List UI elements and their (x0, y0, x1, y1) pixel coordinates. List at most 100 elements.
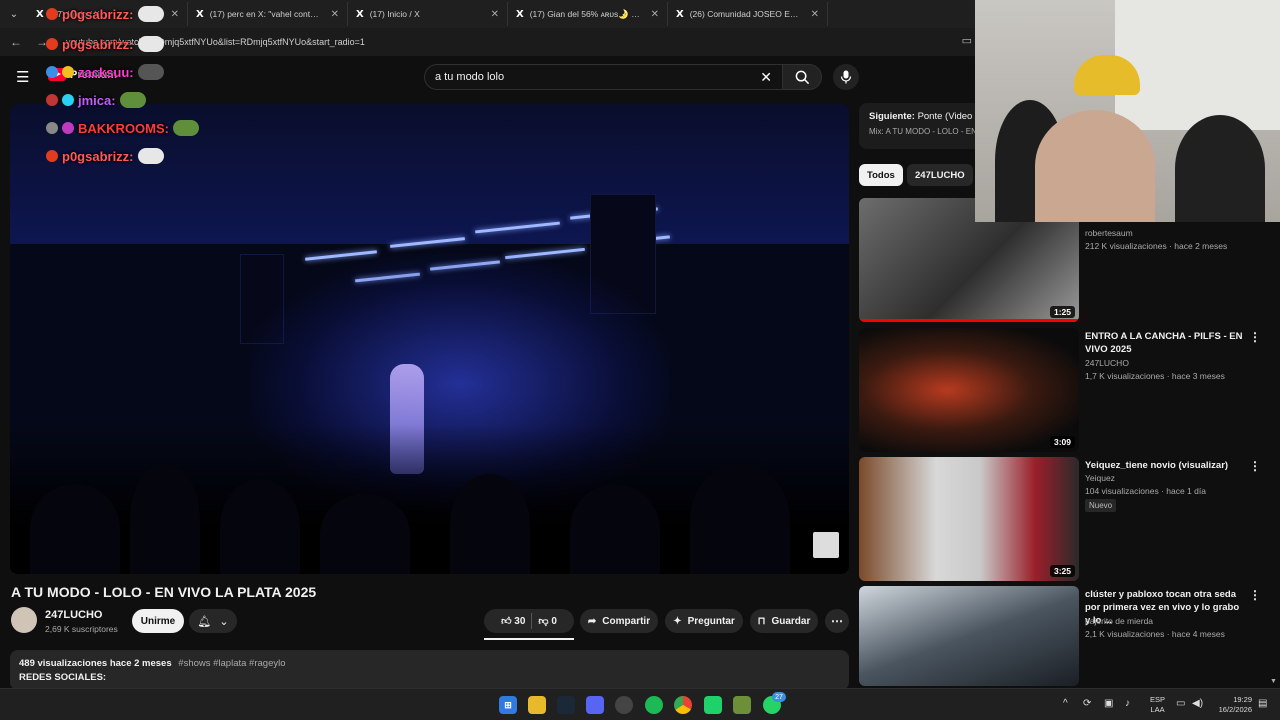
bell-icon: 🔔︎ (197, 615, 212, 628)
scrollbar-down-icon[interactable]: ▼ (1270, 678, 1277, 685)
video-title[interactable]: ENTRO A LA CANCHA - PILFS - EN VIVO 2025 (1085, 330, 1245, 356)
video-channel[interactable]: robertesaum (1085, 228, 1133, 238)
cast-icon[interactable]: ▭ (962, 34, 972, 47)
video-channel[interactable]: Yeiquez (1085, 473, 1115, 483)
video-description[interactable]: 489 visualizaciones hace 2 meses #shows … (10, 650, 849, 690)
microphone-tray-icon[interactable]: ♪ (1125, 698, 1130, 709)
video-player[interactable] (10, 104, 849, 574)
webcam-person (1035, 110, 1155, 222)
like-dislike-group: 👍︎ 30 👎︎ 0 (484, 609, 574, 633)
sync-icon[interactable]: ⟳ (1083, 698, 1091, 709)
search-icon (795, 70, 809, 84)
close-tab-icon[interactable]: ✕ (331, 9, 339, 20)
more-options-icon[interactable]: ⋮ (1249, 459, 1261, 473)
network-icon[interactable]: ▭ (1176, 698, 1185, 709)
recommended-video[interactable]: clúster y pabloxo tocan otra seda por pr… (859, 586, 1261, 686)
browser-tab[interactable]: X (17) Inicio / X ✕ (348, 2, 508, 26)
bookmark-icon: ⊓ (757, 615, 766, 627)
clock-time: 19:29 (1233, 695, 1252, 704)
video-thumbnail[interactable] (859, 586, 1079, 686)
video-meta: 104 visualizaciones · hace 1 día (1085, 486, 1206, 496)
video-channel[interactable]: 247LUCHO (1085, 358, 1129, 368)
chat-emote-icon (137, 36, 164, 52)
chat-username: zacksuu: (78, 64, 134, 80)
video-thumbnail[interactable]: 3:25 (859, 457, 1079, 581)
language-indicator[interactable]: ESP LAA (1150, 695, 1165, 715)
app-icon[interactable] (733, 696, 751, 714)
search-input[interactable] (435, 71, 735, 83)
crowd-silhouette (220, 479, 300, 574)
voice-search-button[interactable] (833, 64, 859, 90)
more-options-icon[interactable]: ⋮ (1249, 588, 1261, 602)
crowd-silhouette (570, 484, 660, 574)
steam-icon[interactable] (557, 696, 575, 714)
tab-title: (17) Gian del 56% ᴀʀᴜs🌛 en X: (529, 8, 641, 19)
browser-tab[interactable]: X (17) perc en X: "vahel contra 3 y ✕ (188, 2, 348, 26)
webcam-background-window (1115, 0, 1280, 130)
menu-icon[interactable]: ☰ (16, 68, 29, 86)
browser-tab[interactable]: X (17) Gian del 56% ᴀʀᴜs🌛 en X: ✕ (508, 2, 668, 26)
chat-emote-icon (173, 120, 199, 136)
crowd-silhouette (690, 464, 790, 574)
close-tab-icon[interactable]: ✕ (811, 9, 819, 20)
subscriber-count: 2,69 K suscriptores (45, 624, 118, 634)
sparkle-icon: ✦ (673, 615, 682, 627)
channel-watermark[interactable] (813, 532, 839, 558)
language-code: ESP (1150, 695, 1166, 704)
video-title[interactable]: Yeiquez_tiene novio (visualizar) (1085, 459, 1245, 472)
join-button[interactable]: Unirme (132, 609, 184, 633)
x-logo-icon: X (676, 8, 684, 20)
back-arrow-icon[interactable]: ← (8, 35, 24, 49)
chip-all[interactable]: Todos (859, 164, 903, 186)
browser-tab[interactable]: X (26) Comunidad JOSEO EXCLUS ✕ (668, 2, 828, 26)
tab-search-button[interactable]: ⌄ (0, 0, 28, 28)
divider (531, 613, 533, 629)
description-hashtags[interactable]: #shows #laplata #rageylo (178, 658, 285, 669)
search-button[interactable] (782, 64, 822, 90)
clock-date: 16/2/2026 (1218, 705, 1252, 714)
channel-avatar[interactable] (11, 607, 37, 633)
like-count: 30 (514, 616, 526, 627)
more-actions-icon[interactable]: ⋯ (825, 609, 849, 633)
tray-expand-icon[interactable]: ^ (1063, 698, 1068, 709)
chat-username: BAKKROOMS: (78, 120, 169, 136)
close-tab-icon[interactable]: ✕ (491, 9, 499, 20)
kick-icon[interactable] (704, 696, 722, 714)
system-clock[interactable]: 19:29 16/2/2026 (1212, 695, 1252, 715)
crowd-silhouette (320, 494, 410, 574)
spotify-icon[interactable] (645, 696, 663, 714)
notifications-button[interactable]: 🔔︎ ⌄ (189, 609, 237, 633)
save-button[interactable]: ⊓ Guardar (750, 609, 818, 633)
chip-channel[interactable]: 247LUCHO (907, 164, 973, 186)
more-options-icon[interactable]: ⋮ (1249, 330, 1261, 344)
chrome-icon[interactable] (674, 696, 692, 714)
crowd-silhouette (30, 484, 120, 574)
close-tab-icon[interactable]: ✕ (651, 9, 659, 20)
crowd-silhouette (130, 464, 200, 574)
microphone-icon (840, 70, 852, 84)
like-button[interactable]: 👍︎ 30 (501, 615, 525, 627)
clear-search-icon[interactable]: ✕ (760, 69, 772, 86)
video-channel[interactable]: pajerito de mierda (1085, 616, 1153, 626)
chevron-down-icon: ⌄ (219, 615, 229, 628)
app-icon[interactable] (615, 696, 633, 714)
up-next-label: Siguiente: (869, 111, 915, 122)
recommended-video[interactable]: 3:09 ENTRO A LA CANCHA - PILFS - EN VIVO… (859, 328, 1261, 452)
webcam-overlay (975, 0, 1280, 222)
security-icon[interactable]: ▣ (1104, 698, 1113, 709)
file-explorer-icon[interactable] (528, 696, 546, 714)
close-tab-icon[interactable]: ✕ (171, 9, 179, 20)
video-thumbnail[interactable]: 3:09 (859, 328, 1079, 452)
channel-name[interactable]: 247LUCHO (45, 609, 102, 621)
share-button[interactable]: ➦ Compartir (580, 609, 658, 633)
discord-icon[interactable] (586, 696, 604, 714)
recommended-video[interactable]: 3:25 Yeiquez_tiene novio (visualizar) Ye… (859, 457, 1261, 581)
volume-icon[interactable]: ◀︎) (1192, 698, 1203, 709)
tab-title: (17) Inicio / X (369, 9, 420, 19)
up-next-card[interactable]: Siguiente: Ponte (Video Oficial) Mix: A … (859, 103, 980, 149)
notifications-tray-icon[interactable]: ▤ (1258, 698, 1267, 709)
dislike-button[interactable]: 👎︎ 0 (538, 615, 557, 627)
ask-button[interactable]: ✦ Preguntar (665, 609, 743, 633)
chat-username: jmica: (78, 92, 116, 108)
start-icon[interactable]: ⊞ (499, 696, 517, 714)
